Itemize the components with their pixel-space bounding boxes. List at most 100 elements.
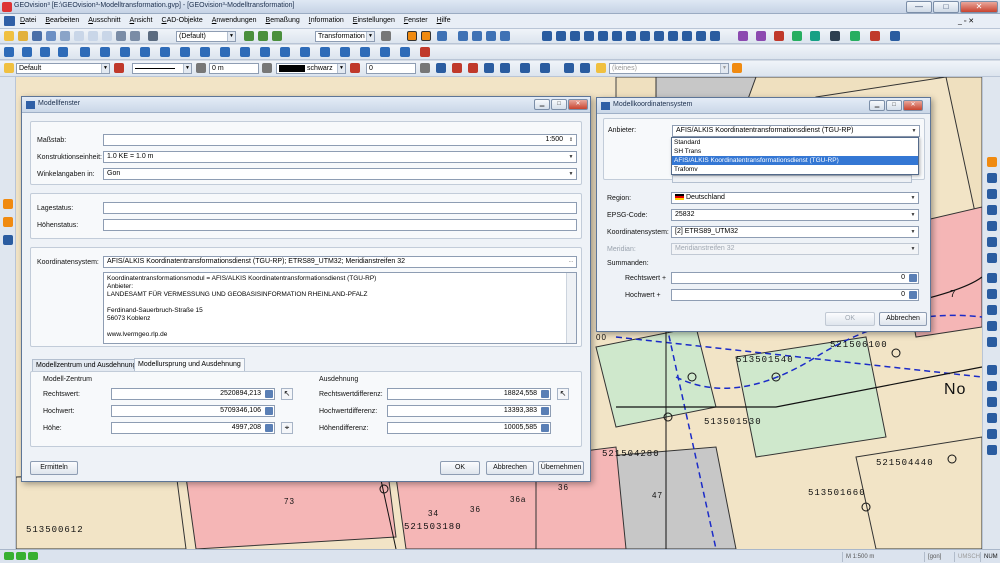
uebernehmen-button[interactable]: Übernehmen bbox=[538, 461, 584, 475]
linetype-combo[interactable]: ▼ bbox=[132, 63, 192, 74]
abbrechen-button[interactable]: Abbrechen bbox=[486, 461, 534, 475]
winkelangaben-select[interactable]: Gon ▼ bbox=[103, 168, 577, 180]
prop-icon-2[interactable] bbox=[452, 63, 462, 73]
nav-icon-1[interactable] bbox=[987, 273, 997, 283]
copy-icon[interactable] bbox=[88, 31, 98, 41]
layer-settings-icon[interactable] bbox=[258, 31, 268, 41]
measure-icon-1[interactable] bbox=[542, 31, 552, 41]
color-combo[interactable]: schwarz ▼ bbox=[276, 63, 346, 74]
maximize-button[interactable]: □ bbox=[933, 1, 959, 13]
hochwert-field[interactable]: 5709346,106 bbox=[111, 405, 275, 417]
prop-icon-1[interactable] bbox=[436, 63, 446, 73]
hoehe-field[interactable]: 4997,208 bbox=[111, 422, 275, 434]
calculator-icon[interactable] bbox=[541, 390, 549, 398]
draw-icon-5[interactable] bbox=[810, 31, 820, 41]
check-tool-icon[interactable] bbox=[400, 47, 410, 57]
calculator-icon[interactable] bbox=[265, 390, 273, 398]
tab-modellzentrum[interactable]: Modellzentrum und Ausdehnung bbox=[32, 359, 141, 371]
close-button[interactable]: ✕ bbox=[960, 1, 998, 13]
redraw-icon[interactable] bbox=[987, 253, 997, 263]
snap-icon[interactable] bbox=[472, 31, 482, 41]
menu-ausschnitt[interactable]: Ausschnitt bbox=[88, 17, 120, 24]
zoom-prev-icon[interactable] bbox=[987, 221, 997, 231]
layer-color-icon[interactable] bbox=[114, 63, 124, 73]
layer-combo[interactable]: Default ▼ bbox=[16, 63, 110, 74]
minimize-button[interactable]: — bbox=[906, 1, 932, 13]
pan-icon[interactable] bbox=[987, 237, 997, 247]
anbieter-hscrollbar[interactable] bbox=[672, 175, 912, 183]
zoom-in-icon[interactable] bbox=[987, 157, 997, 167]
left-tool-icon-2[interactable] bbox=[3, 217, 13, 227]
dimension-tool-icon[interactable] bbox=[340, 47, 350, 57]
dialog-maximize-button[interactable]: □ bbox=[886, 100, 902, 111]
rechtswert-field[interactable]: 2520894,213 bbox=[111, 388, 275, 400]
height-field[interactable]: 0 m bbox=[209, 63, 259, 74]
option-sh-trans[interactable]: SH Trans bbox=[672, 147, 918, 156]
measure-icon-5[interactable] bbox=[598, 31, 608, 41]
calculator-icon[interactable] bbox=[909, 291, 917, 299]
grid-icon[interactable] bbox=[458, 31, 468, 41]
measure-icon-11[interactable] bbox=[682, 31, 692, 41]
hochwertdiff-field[interactable]: 13393,383 bbox=[387, 405, 551, 417]
draw-icon-6[interactable] bbox=[830, 31, 840, 41]
menu-bearbeiten[interactable]: Bearbeiten bbox=[45, 17, 79, 24]
nav-icon-5[interactable] bbox=[987, 337, 997, 347]
snap-icon-5[interactable] bbox=[987, 429, 997, 439]
rotate-tool-icon[interactable] bbox=[240, 47, 250, 57]
menu-information[interactable]: Information bbox=[309, 17, 344, 24]
select-frame-icon[interactable] bbox=[407, 31, 417, 41]
koordsys-select[interactable]: [2] ETRS89_UTM32 ▼ bbox=[671, 226, 919, 238]
measure-icon-9[interactable] bbox=[654, 31, 664, 41]
number-field[interactable]: 0 bbox=[366, 63, 416, 74]
mirror-tool-icon[interactable] bbox=[220, 47, 230, 57]
menu-fenster[interactable]: Fenster bbox=[404, 17, 428, 24]
snap-icon-2[interactable] bbox=[987, 381, 997, 391]
koordsystem-ok-button[interactable]: OK bbox=[825, 312, 875, 326]
draw-icon-2[interactable] bbox=[756, 31, 766, 41]
transformation-combo[interactable]: Transformation ▼ bbox=[315, 31, 375, 42]
measure-icon-4[interactable] bbox=[584, 31, 594, 41]
prop-icon-3[interactable] bbox=[468, 63, 478, 73]
draw-icon-7[interactable] bbox=[850, 31, 860, 41]
snap-icon-6[interactable] bbox=[987, 445, 997, 455]
menu-ansicht[interactable]: Ansicht bbox=[130, 17, 153, 24]
redo-icon[interactable] bbox=[130, 31, 140, 41]
snap-icon-4[interactable] bbox=[987, 413, 997, 423]
select-polygon-icon[interactable] bbox=[421, 31, 431, 41]
koordinatensystem-info[interactable]: Koordinatentransformationsmodul = AFIS/A… bbox=[103, 272, 577, 344]
open-folder-icon[interactable] bbox=[18, 31, 28, 41]
hatch-tool-icon[interactable] bbox=[260, 47, 270, 57]
measure-icon-2[interactable] bbox=[556, 31, 566, 41]
style-icon[interactable] bbox=[732, 63, 742, 73]
prop-icon-9[interactable] bbox=[580, 63, 590, 73]
massstab-field[interactable]: 1:500 ⇕ bbox=[103, 134, 577, 146]
option-standard[interactable]: Standard bbox=[672, 138, 918, 147]
prop-icon-4[interactable] bbox=[484, 63, 494, 73]
konstruktionseinheit-select[interactable]: 1.0 KE = 1.0 m ▼ bbox=[103, 151, 577, 163]
measure-icon-6[interactable] bbox=[612, 31, 622, 41]
trim-tool-icon[interactable] bbox=[180, 47, 190, 57]
measure-icon-12[interactable] bbox=[696, 31, 706, 41]
undo-icon[interactable] bbox=[116, 31, 126, 41]
ermitteln-button[interactable]: Ermitteln bbox=[30, 461, 78, 475]
new-file-icon[interactable] bbox=[4, 31, 14, 41]
circle-tool-icon[interactable] bbox=[100, 47, 110, 57]
delete-tool-icon[interactable] bbox=[420, 47, 430, 57]
layer-manage-icon[interactable] bbox=[272, 31, 282, 41]
koordinatensystem-field[interactable]: AFIS/ALKIS Koordinatentransformationsdie… bbox=[103, 256, 577, 268]
save-icon[interactable] bbox=[32, 31, 42, 41]
label-tool-icon[interactable] bbox=[380, 47, 390, 57]
pick-height-icon[interactable]: ⌖ bbox=[281, 422, 293, 434]
calculator-icon[interactable] bbox=[909, 274, 917, 282]
menu-datei[interactable]: Datei bbox=[20, 17, 36, 24]
koordsystem-abbrechen-button[interactable]: Abbrechen bbox=[879, 312, 927, 326]
calculator-icon[interactable] bbox=[541, 424, 549, 432]
image-tool-icon[interactable] bbox=[320, 47, 330, 57]
pick-extent-icon[interactable]: ↖ bbox=[557, 388, 569, 400]
no-selection-icon[interactable] bbox=[381, 31, 391, 41]
anbieter-select[interactable]: AFIS/ALKIS Koordinatentransformationsdie… bbox=[672, 125, 920, 137]
dialog-close-button[interactable]: ✕ bbox=[903, 100, 923, 111]
spin-icon[interactable]: ⇕ bbox=[566, 135, 576, 145]
dialog-minimize-button[interactable]: ▁ bbox=[534, 99, 550, 110]
tab-modellursprung[interactable]: Modellursprung und Ausdehnung bbox=[134, 358, 245, 371]
